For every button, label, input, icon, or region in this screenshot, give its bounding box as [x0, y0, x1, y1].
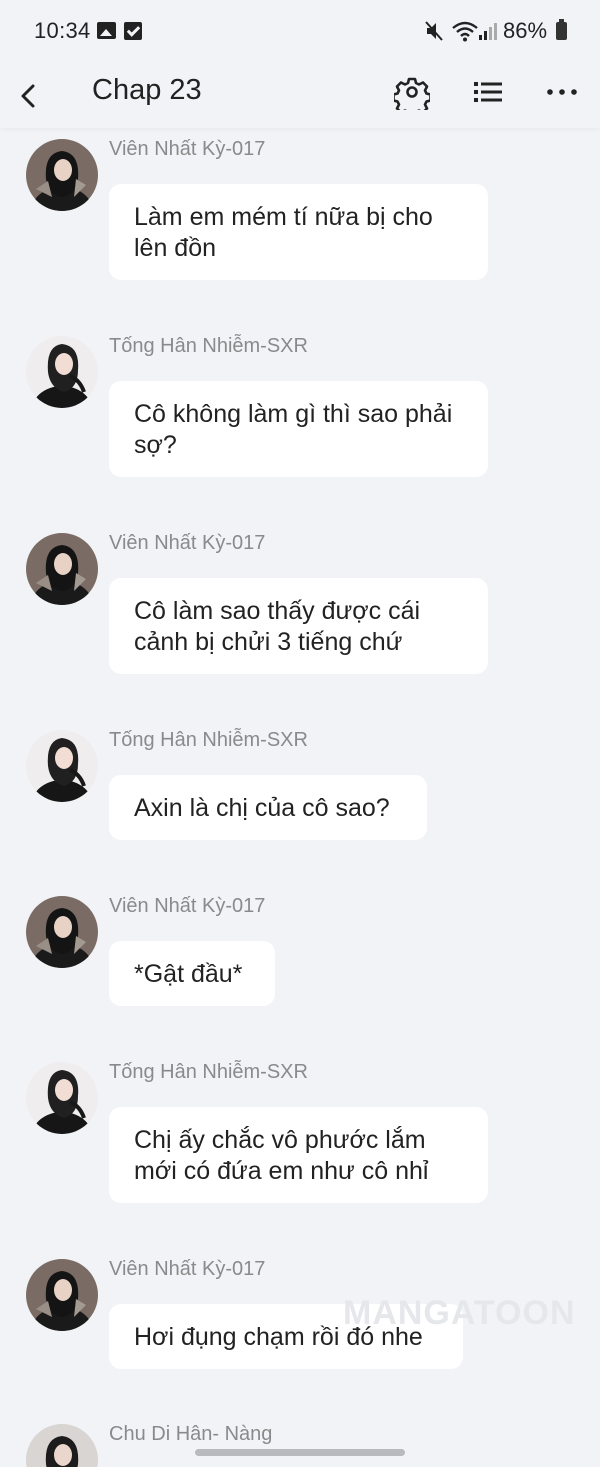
page-title: Chap 23	[92, 74, 202, 106]
avatar[interactable]	[26, 896, 98, 968]
author-name: Tống Hân Nhiễm-SXR	[109, 729, 308, 751]
status-bar: 10:34 86%	[0, 0, 600, 64]
settings-gear-icon[interactable]	[394, 74, 430, 110]
message-bubble: Làm em mém tí nữa bị cho lên đồn	[109, 184, 488, 280]
author-name: Chu Di Hân- Nàng	[109, 1423, 273, 1445]
more-horizontal-icon[interactable]	[544, 74, 580, 110]
avatar[interactable]	[26, 533, 98, 605]
status-time: 10:34	[34, 18, 91, 43]
author-name: Tống Hân Nhiễm-SXR	[109, 1061, 308, 1083]
top-app-bar: Chap 23	[0, 64, 600, 128]
battery-percent: 86%	[503, 18, 548, 43]
avatar[interactable]	[26, 730, 98, 802]
battery-icon	[556, 19, 567, 40]
author-name: Viên Nhất Kỳ-017	[109, 532, 266, 554]
avatar[interactable]	[26, 336, 98, 408]
chat-screen: 10:34 86% Chap 23 Viên Nhất Kỳ-017 Làm e…	[0, 0, 600, 1467]
message-bubble: *Gật đầu*	[109, 941, 275, 1006]
avatar[interactable]	[26, 139, 98, 211]
wifi-icon	[452, 21, 478, 42]
message-bubble: Cô không làm gì thì sao phải sợ?	[109, 381, 488, 477]
mute-icon	[425, 21, 443, 41]
checkbox-icon	[124, 22, 142, 40]
message-bubble: Axin là chị của cô sao?	[109, 775, 427, 840]
home-indicator[interactable]	[195, 1449, 405, 1456]
list-icon[interactable]	[470, 74, 506, 110]
message-bubble: Chị ấy chắc vô phước lắm mới có đứa em n…	[109, 1107, 488, 1203]
avatar[interactable]	[26, 1062, 98, 1134]
gallery-icon	[97, 22, 116, 39]
author-name: Viên Nhất Kỳ-017	[109, 895, 266, 917]
author-name: Tống Hân Nhiễm-SXR	[109, 335, 308, 357]
avatar[interactable]	[26, 1259, 98, 1331]
signal-icon	[479, 23, 497, 40]
watermark: MANGATOON	[343, 1294, 576, 1332]
author-name: Viên Nhất Kỳ-017	[109, 1258, 266, 1280]
back-arrow-icon[interactable]	[14, 76, 44, 116]
message-list[interactable]: Viên Nhất Kỳ-017 Làm em mém tí nữa bị ch…	[0, 128, 600, 1467]
author-name: Viên Nhất Kỳ-017	[109, 138, 266, 160]
message-bubble: Cô làm sao thấy được cái cảnh bị chửi 3 …	[109, 578, 488, 674]
avatar[interactable]	[26, 1424, 98, 1467]
